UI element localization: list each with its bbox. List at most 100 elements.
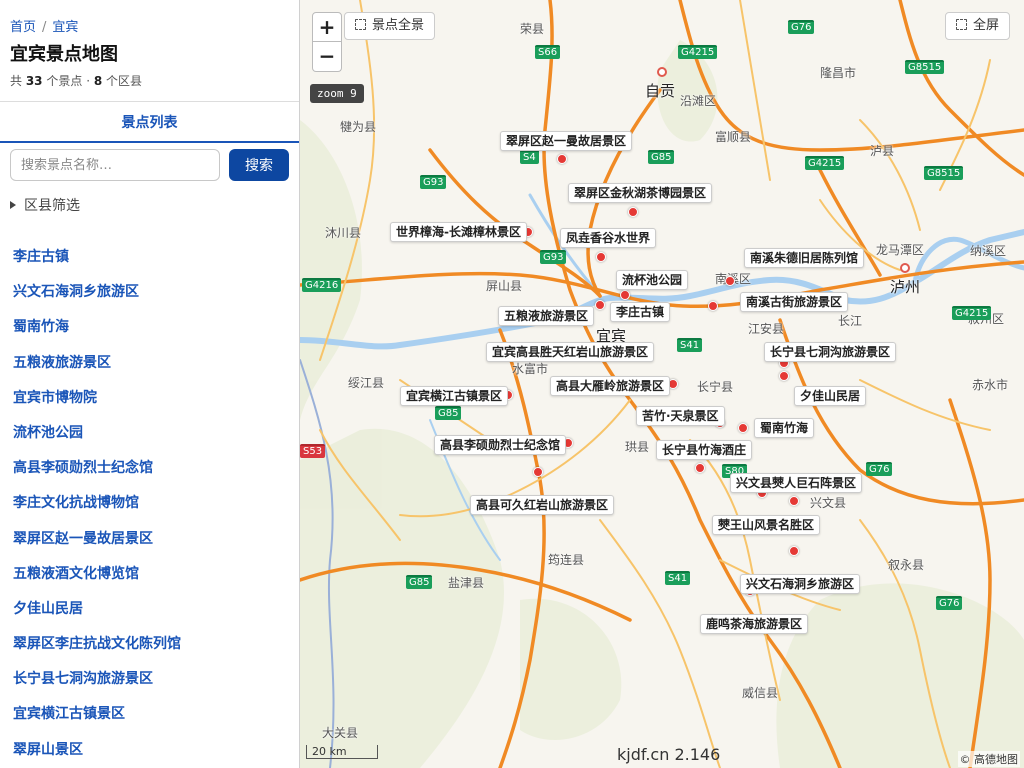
- spot-link[interactable]: 李庄文化抗战博物馆: [13, 495, 139, 511]
- spot-marker[interactable]: [595, 300, 605, 310]
- spot-marker[interactable]: [557, 154, 567, 164]
- spot-marker-label[interactable]: 流杯池公园: [616, 270, 689, 290]
- breadcrumb-current-link[interactable]: 宜宾: [52, 20, 78, 35]
- highway-shield: G8515: [905, 60, 945, 74]
- spot-marker-label[interactable]: 南溪朱德旧居陈列馆: [744, 248, 865, 268]
- spot-marker[interactable]: [628, 207, 638, 217]
- search-input[interactable]: [10, 149, 220, 181]
- breadcrumb-separator: /: [42, 20, 47, 35]
- spot-marker-label[interactable]: 蜀南竹海: [754, 418, 815, 438]
- list-item: 兴文石海洞乡旅游区: [0, 275, 299, 310]
- spot-unit: 个景点: [46, 74, 83, 88]
- spot-marker[interactable]: [533, 467, 543, 477]
- highway-shield: S41: [677, 338, 703, 352]
- district-count: 8: [93, 74, 103, 88]
- spot-marker[interactable]: [695, 463, 705, 473]
- watermark-text: kjdf.cn 2.146: [617, 745, 721, 764]
- spot-marker-label[interactable]: 兴文石海洞乡旅游区: [740, 574, 861, 594]
- spot-marker[interactable]: [708, 301, 718, 311]
- tab-spot-list[interactable]: 景点列表: [0, 112, 299, 132]
- spot-marker-label[interactable]: 兴文县僰人巨石阵景区: [730, 473, 863, 493]
- spot-link[interactable]: 高县李硕勋烈士纪念馆: [13, 460, 153, 476]
- spot-marker[interactable]: [596, 252, 606, 262]
- frame-icon: [355, 19, 366, 30]
- zoom-in-button[interactable]: +: [312, 12, 342, 42]
- spot-link[interactable]: 宜宾横江古镇景区: [13, 706, 125, 722]
- spot-marker-label[interactable]: 鹿鸣茶海旅游景区: [700, 614, 809, 634]
- place-label: 水富市: [512, 362, 549, 376]
- spot-marker-label[interactable]: 五粮液旅游景区: [498, 306, 595, 326]
- spot-marker-label[interactable]: 宜宾高县胜天红岩山旅游景区: [486, 342, 655, 362]
- place-label: 兴文县: [810, 496, 847, 510]
- spot-marker-label[interactable]: 夕佳山民居: [794, 386, 867, 406]
- place-label: 叙永县: [888, 558, 925, 572]
- spot-marker-label[interactable]: 世界樟海-长滩樟林景区: [390, 222, 527, 242]
- triangle-right-icon: [10, 201, 16, 209]
- spot-marker-label[interactable]: 长宁县竹海酒庄: [656, 440, 753, 460]
- fullscreen-icon: [955, 19, 967, 30]
- map-canvas[interactable]: 荣县自贡沿滩区富顺县隆昌市泸县犍为县沐川县屏山县龙马潭区泸州南溪区江安县长江宜宾…: [300, 0, 1024, 768]
- highway-shield: G85: [435, 406, 462, 420]
- scale-bar: 20 km: [306, 745, 378, 759]
- spot-marker-label[interactable]: 长宁县七洞沟旅游景区: [764, 342, 897, 362]
- spot-link[interactable]: 翠屏山景区: [13, 742, 83, 758]
- place-label: 赤水市: [972, 378, 1009, 392]
- spot-marker-label[interactable]: 苦竹·天泉景区: [636, 406, 725, 426]
- spot-marker-label[interactable]: 南溪古街旅游景区: [740, 292, 849, 312]
- list-item: 翠屏区赵一曼故居景区: [0, 522, 299, 557]
- spot-marker[interactable]: [779, 371, 789, 381]
- place-label: 江安县: [748, 322, 785, 336]
- spot-marker[interactable]: [620, 290, 630, 300]
- spot-marker-label[interactable]: 宜宾横江古镇景区: [400, 386, 509, 406]
- spot-link[interactable]: 兴文石海洞乡旅游区: [13, 284, 139, 300]
- breadcrumb-home-link[interactable]: 首页: [10, 20, 36, 35]
- spot-marker[interactable]: [738, 423, 748, 433]
- spot-link[interactable]: 翠屏区李庄抗战文化陈列馆: [13, 636, 181, 652]
- list-item: 宜宾横江古镇景区: [0, 697, 299, 732]
- spot-link[interactable]: 夕佳山民居: [13, 601, 83, 617]
- place-label: 屏山县: [486, 279, 523, 293]
- spot-link[interactable]: 宜宾市博物院: [13, 390, 97, 406]
- tab-bar: 景点列表: [0, 101, 299, 143]
- spot-marker[interactable]: [789, 496, 799, 506]
- fit-all-button[interactable]: 景点全景: [344, 12, 436, 40]
- place-label: 珙县: [625, 440, 650, 454]
- page-title: 宜宾景点地图: [10, 44, 118, 65]
- spot-marker-label[interactable]: 翠屏区金秋湖茶博园景区: [568, 183, 713, 203]
- spot-count: 33: [25, 74, 43, 88]
- spot-link[interactable]: 流杯池公园: [13, 425, 83, 441]
- fullscreen-button[interactable]: 全屏: [944, 12, 1010, 40]
- zoom-out-button[interactable]: −: [312, 42, 342, 72]
- spot-link[interactable]: 翠屏区赵一曼故居景区: [13, 531, 153, 547]
- spot-marker-label[interactable]: 高县李硕勋烈士纪念馆: [434, 435, 567, 455]
- spot-link[interactable]: 五粮液旅游景区: [13, 355, 111, 371]
- fit-all-label: 景点全景: [372, 18, 425, 33]
- search-button[interactable]: 搜索: [229, 149, 289, 181]
- place-label: 长宁县: [697, 380, 734, 394]
- highway-shield: G8515: [924, 166, 964, 180]
- list-item: 李庄古镇: [0, 240, 299, 275]
- spot-link[interactable]: 五粮液酒文化博览馆: [13, 566, 139, 582]
- list-item: 翠屏区李庄抗战文化陈列馆: [0, 627, 299, 662]
- highway-shield: G4215: [805, 156, 845, 170]
- place-label: 泸州: [890, 278, 921, 296]
- spot-marker-label[interactable]: 高县可久红岩山旅游景区: [470, 495, 615, 515]
- spot-marker[interactable]: [789, 546, 799, 556]
- district-unit: 个区县: [106, 74, 143, 88]
- zoom-level-badge: zoom 9: [310, 84, 364, 103]
- spot-marker[interactable]: [725, 276, 735, 286]
- highway-shield: S66: [535, 45, 561, 59]
- spot-link[interactable]: 长宁县七洞沟旅游景区: [13, 671, 153, 687]
- district-filter-toggle[interactable]: 区县筛选: [10, 195, 80, 215]
- spot-marker-label[interactable]: 高县大雁岭旅游景区: [550, 376, 671, 396]
- breadcrumb: 首页 / 宜宾: [10, 16, 78, 35]
- spot-marker-label[interactable]: 凤垚香谷水世界: [560, 228, 657, 248]
- spot-marker-label[interactable]: 翠屏区赵一曼故居景区: [500, 131, 633, 151]
- spot-link[interactable]: 李庄古镇: [13, 249, 69, 265]
- place-label: 荣县: [520, 22, 545, 36]
- place-label: 富顺县: [715, 130, 752, 144]
- spot-link[interactable]: 蜀南竹海: [13, 319, 69, 335]
- spot-marker-label[interactable]: 李庄古镇: [610, 302, 671, 322]
- highway-shield: S41: [665, 571, 691, 585]
- spot-marker-label[interactable]: 僰王山风景名胜区: [712, 515, 821, 535]
